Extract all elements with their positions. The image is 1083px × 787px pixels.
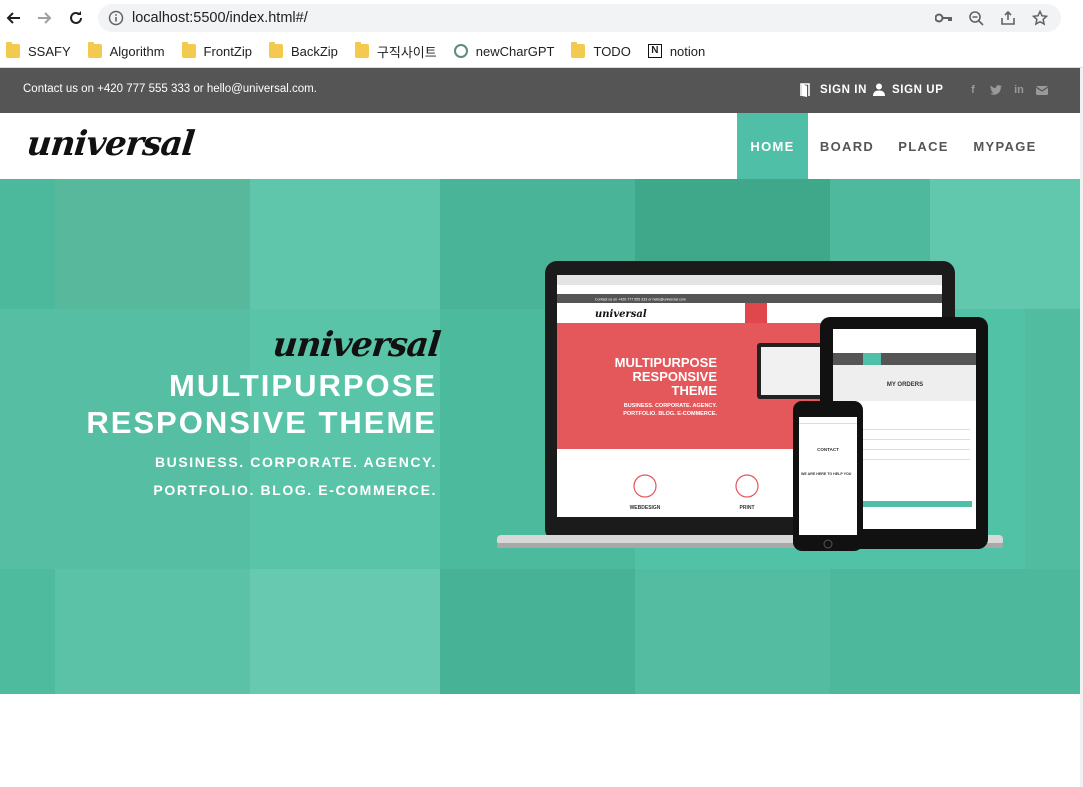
sign-up-label: SIGN UP — [892, 83, 944, 96]
folder-icon — [571, 42, 586, 58]
nav-place[interactable]: PLACE — [886, 113, 961, 179]
device-mockup-illustration: Contact us on +420 777 555 333 or hello@… — [497, 261, 1003, 551]
folder-icon — [181, 42, 196, 58]
chatgpt-icon — [453, 44, 468, 58]
bookmark-label: Algorithm — [109, 43, 165, 59]
background-photo-tile — [55, 569, 250, 694]
back-button[interactable] — [2, 6, 26, 30]
background-photo-tile — [635, 179, 830, 264]
bookmark-backzip[interactable]: BackZip — [268, 42, 338, 59]
mockup-phone-heading: CONTACT — [817, 447, 839, 452]
twitter-icon[interactable] — [990, 84, 1002, 96]
door-icon — [800, 83, 810, 97]
main-menu: HOME BOARD PLACE MYPAGE — [737, 113, 1049, 179]
address-bar[interactable]: localhost:5500/index.html#/ — [98, 4, 1061, 32]
arrow-right-icon — [38, 12, 52, 24]
key-icon[interactable] — [933, 8, 955, 28]
bookmark-label: TODO — [593, 43, 631, 59]
hero-title-line1: MULTIPURPOSE — [169, 368, 437, 403]
linkedin-icon[interactable]: in — [1013, 84, 1025, 96]
sign-in-link[interactable]: SIGN IN — [799, 83, 867, 97]
background-photo-tile — [250, 179, 440, 309]
sign-in-label: SIGN IN — [820, 84, 868, 96]
folder-icon — [268, 42, 283, 58]
social-links: f in — [967, 84, 1048, 96]
hero-logo: universal — [270, 325, 442, 365]
bookmark-label: notion — [669, 43, 706, 59]
bookmark-label: SSAFY — [28, 43, 71, 59]
bookmark-label: newCharGPT — [475, 43, 555, 59]
svg-text:Contact us on +420 777 555 333: Contact us on +420 777 555 333 or hello@… — [595, 298, 686, 302]
browser-toolbar: localhost:5500/index.html#/ — [0, 0, 1083, 36]
bookmark-notion[interactable]: Nnotion — [647, 43, 706, 59]
bookmark-label: BackZip — [290, 43, 338, 59]
hero-section: universal MULTIPURPOSE RESPONSIVE THEME … — [0, 179, 1080, 694]
bookmark-todo[interactable]: TODO — [571, 42, 631, 59]
hero-subtitle-line1: BUSINESS. CORPORATE. AGENCY. — [154, 454, 437, 470]
reload-icon — [70, 11, 82, 24]
star-icon[interactable] — [1029, 8, 1051, 28]
notion-icon: N — [647, 44, 662, 58]
bookmark-newchargpt[interactable]: newCharGPT — [453, 43, 555, 59]
background-photo-tile — [1025, 309, 1080, 569]
bookmark-frontzip[interactable]: FrontZip — [181, 42, 252, 59]
forward-button[interactable] — [32, 6, 56, 30]
mockup-feature-1: WEBDESIGN — [630, 505, 661, 511]
background-photo-tile — [830, 569, 1080, 694]
nav-board[interactable]: BOARD — [808, 113, 886, 179]
site-navbar: universal HOME BOARD PLACE MYPAGE — [0, 113, 1080, 179]
zoom-icon[interactable] — [965, 8, 987, 28]
mockup-tablet-heading: MY ORDERS — [887, 382, 923, 388]
mail-icon[interactable] — [1036, 84, 1048, 96]
sign-up-link[interactable]: SIGN UP — [873, 83, 944, 96]
info-icon[interactable] — [108, 10, 124, 26]
svg-text:universal: universal — [595, 309, 647, 320]
facebook-icon[interactable]: f — [967, 84, 979, 96]
mockup-sub-1: BUSINESS. CORPORATE. AGENCY. — [624, 403, 718, 409]
reload-button[interactable] — [64, 6, 88, 30]
background-photo-tile — [55, 179, 250, 309]
site-logo[interactable]: universal — [25, 124, 196, 164]
share-icon[interactable] — [997, 8, 1019, 28]
background-photo-tile — [440, 569, 635, 694]
hero-subtitle-line2: PORTFOLIO. BLOG. E-COMMERCE. — [153, 482, 437, 498]
background-photo-tile — [635, 569, 830, 694]
bookmarks-bar: SSAFY Algorithm FrontZip BackZip 구직사이트 n… — [0, 36, 1083, 66]
mockup-title-2: RESPONSIVE — [632, 369, 717, 384]
nav-mypage[interactable]: MYPAGE — [961, 113, 1049, 179]
mockup-title-1: MULTIPURPOSE — [615, 355, 718, 370]
bookmark-label: FrontZip — [203, 43, 252, 59]
contact-text: Contact us on +420 777 555 333 or hello@… — [23, 83, 317, 95]
user-icon — [873, 83, 885, 96]
mockup-feature-2: PRINT — [740, 505, 755, 511]
arrow-left-icon — [6, 12, 20, 24]
mockup-sub-2: PORTFOLIO. BLOG. E-COMMERCE. — [623, 411, 717, 417]
folder-icon — [87, 42, 102, 58]
mockup-title-3: THEME — [672, 383, 718, 398]
nav-home[interactable]: HOME — [737, 113, 808, 179]
folder-icon — [6, 42, 20, 58]
mockup-phone-sub: WE ARE HERE TO HELP YOU — [801, 472, 852, 476]
url-text[interactable]: localhost:5500/index.html#/ — [132, 10, 308, 26]
bookmark-jobsites[interactable]: 구직사이트 — [354, 42, 437, 61]
background-photo-tile — [0, 569, 55, 694]
background-photo-tile — [250, 569, 440, 694]
bookmark-label: 구직사이트 — [376, 44, 437, 60]
bookmark-ssafy[interactable]: SSAFY — [6, 42, 71, 59]
folder-icon — [354, 42, 369, 58]
site-topbar: Contact us on +420 777 555 333 or hello@… — [0, 68, 1080, 113]
hero-title-line2: RESPONSIVE THEME — [86, 405, 437, 440]
bookmark-algorithm[interactable]: Algorithm — [87, 42, 165, 59]
